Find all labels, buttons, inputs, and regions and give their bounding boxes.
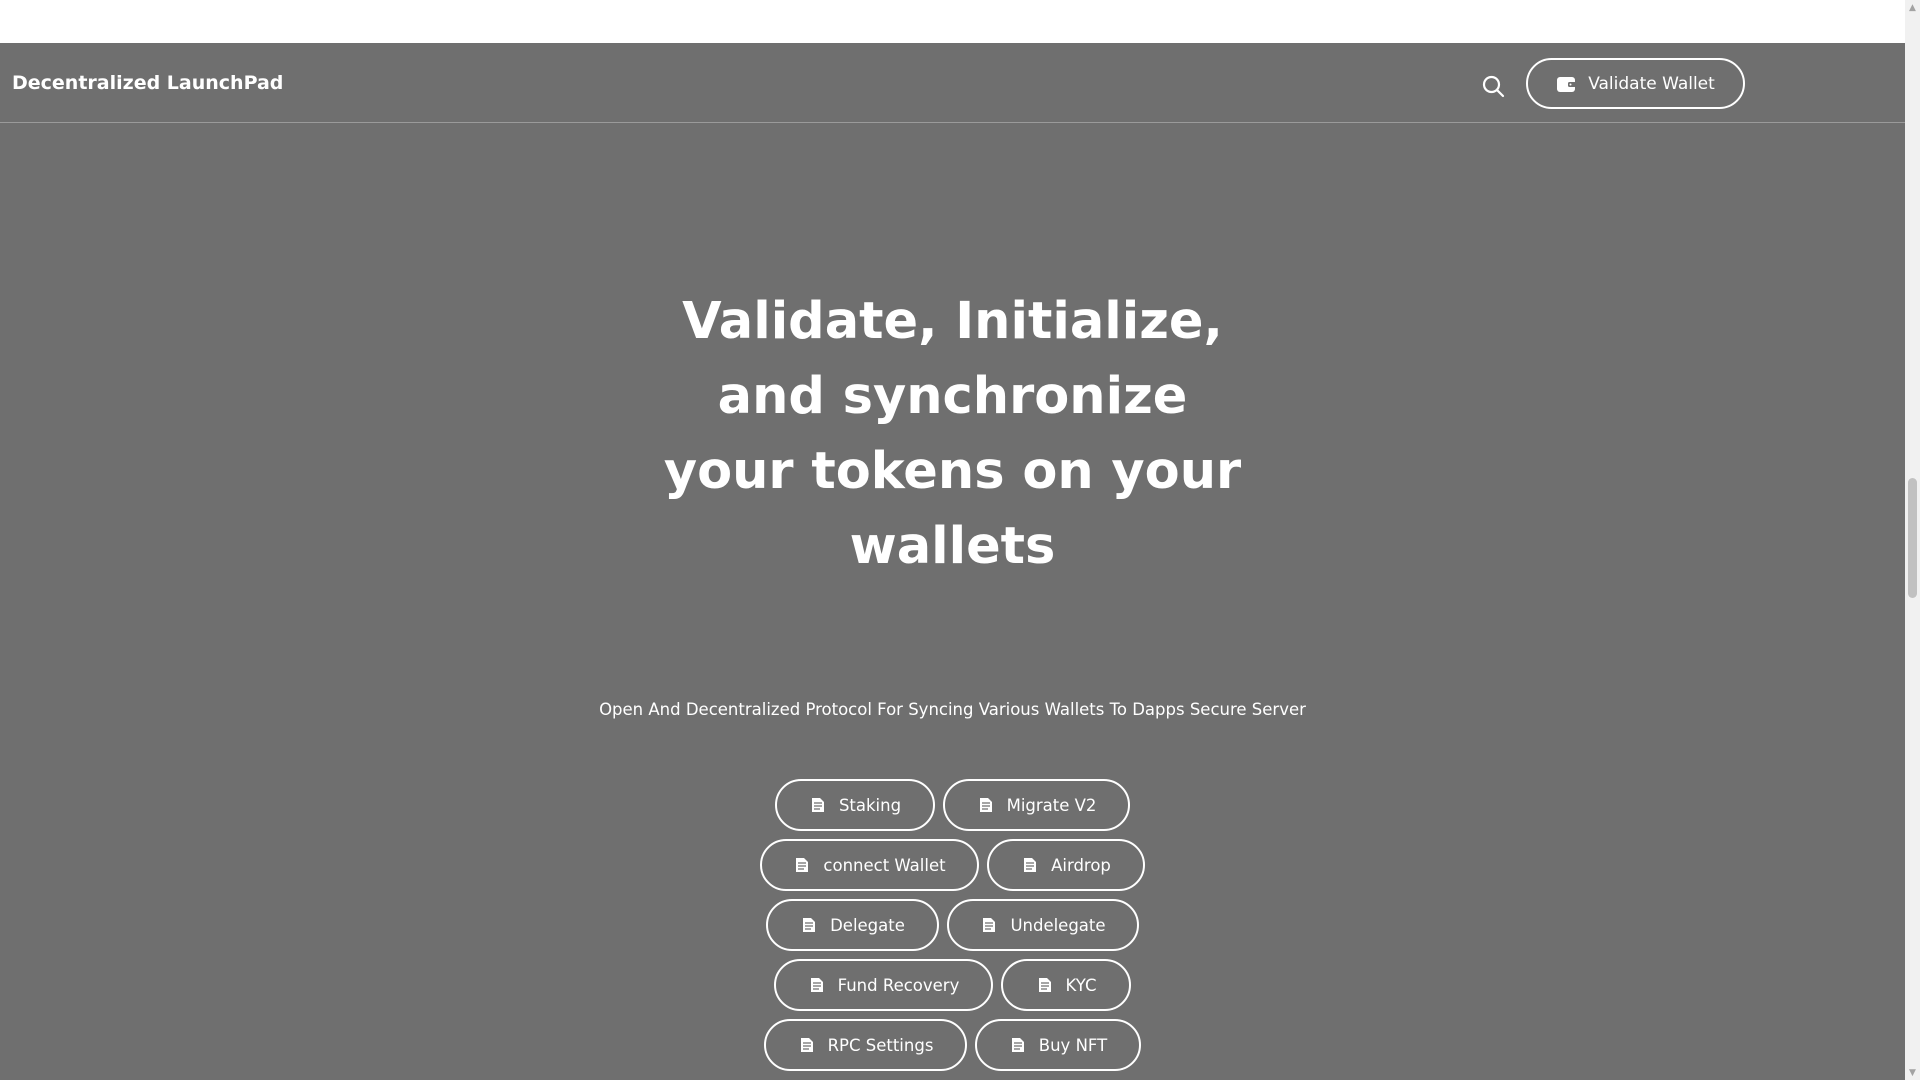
rpc-settings-label: RPC Settings <box>827 1035 934 1055</box>
connect-wallet-button[interactable]: connect Wallet <box>760 839 979 891</box>
scroll-up-arrow-icon[interactable]: ▲ <box>1905 0 1920 15</box>
migrate-v2-button[interactable]: Migrate V2 <box>943 779 1130 831</box>
undelegate-label: Undelegate <box>1010 915 1106 935</box>
migrate-v2-label: Migrate V2 <box>1006 795 1097 815</box>
wallet-icon <box>1557 76 1577 92</box>
fund-recovery-label: Fund Recovery <box>837 975 960 995</box>
document-icon <box>800 1038 813 1052</box>
document-icon <box>979 798 992 812</box>
document-icon <box>796 858 809 872</box>
top-strip <box>0 0 1905 43</box>
hero-subtitle: Open And Decentralized Protocol For Sync… <box>599 700 1306 719</box>
hero-title: Validate, Initialize, and synchronize yo… <box>663 292 1242 576</box>
page-viewport: Decentralized LaunchPad Validate Wallet … <box>0 0 1905 1080</box>
vertical-scrollbar[interactable]: ▲ ▼ <box>1905 0 1920 1080</box>
kyc-button[interactable]: KYC <box>1001 959 1131 1011</box>
airdrop-button[interactable]: Airdrop <box>987 839 1145 891</box>
navbar: Decentralized LaunchPad Validate Wallet <box>0 43 1905 123</box>
airdrop-label: Airdrop <box>1051 855 1111 875</box>
document-icon <box>803 918 816 932</box>
scrollbar-thumb[interactable] <box>1908 478 1917 598</box>
rpc-settings-button[interactable]: RPC Settings <box>764 1019 967 1071</box>
kyc-label: KYC <box>1065 975 1097 995</box>
brand-title[interactable]: Decentralized LaunchPad <box>12 72 283 94</box>
document-icon <box>810 978 823 992</box>
document-icon <box>1024 858 1037 872</box>
buy-nft-label: Buy NFT <box>1038 1035 1108 1055</box>
connect-wallet-label: connect Wallet <box>823 855 946 875</box>
document-icon <box>1011 1038 1024 1052</box>
scroll-down-arrow-icon[interactable]: ▼ <box>1905 1065 1920 1080</box>
document-icon <box>1038 978 1051 992</box>
fund-recovery-button[interactable]: Fund Recovery <box>774 959 993 1011</box>
staking-button[interactable]: Staking <box>775 779 935 831</box>
undelegate-button[interactable]: Undelegate <box>947 899 1139 951</box>
document-icon <box>811 798 824 812</box>
staking-label: Staking <box>838 795 902 815</box>
validate-wallet-label: Validate Wallet <box>1588 73 1715 94</box>
delegate-label: Delegate <box>830 915 905 935</box>
search-icon <box>1482 75 1505 98</box>
buy-nft-button[interactable]: Buy NFT <box>975 1019 1141 1071</box>
validate-wallet-button[interactable]: Validate Wallet <box>1526 58 1745 109</box>
document-icon <box>983 918 996 932</box>
search-button[interactable] <box>1476 69 1510 103</box>
delegate-button[interactable]: Delegate <box>766 899 939 951</box>
